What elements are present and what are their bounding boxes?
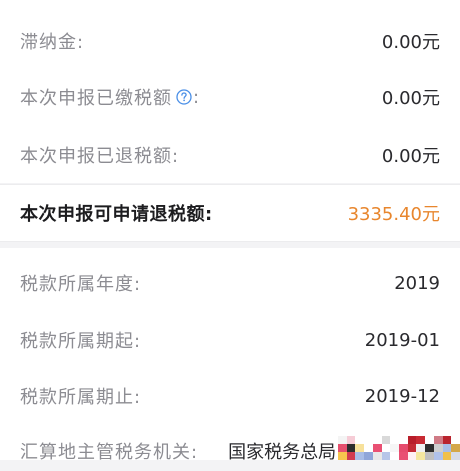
refunded-tax-value: 0.00元 [381,146,440,167]
late-fee-label: 滞纳金: [20,32,85,53]
late-fee-row: 滞纳金: 0.00元 [0,21,460,61]
refunded-tax-row: 本次申报已退税额: 0.00元 [0,135,460,175]
refunded-tax-label: 本次申报已退税额: [20,146,180,167]
period-end-label: 税款所属期止: [20,387,142,408]
tax-year-row: 税款所属年度: 2019 [0,263,460,303]
period-end-value: 2019-12 [364,385,440,407]
paid-tax-value: 0.00元 [381,88,440,109]
late-fee-value: 0.00元 [381,32,440,53]
pixelated-overlay [338,436,460,460]
tax-year-label: 税款所属年度: [20,274,142,295]
tax-summary-card: 滞纳金: 0.00元 本次申报已缴税额 : 0.00元 本次申报已退税额: 0.… [0,0,460,183]
period-start-row: 税款所属期起: 2019-01 [0,320,460,360]
question-circle-icon[interactable] [176,89,192,105]
refund-amount-label: 本次申报可申请退税额: [20,204,213,225]
tax-year-value: 2019 [394,272,440,294]
period-start-value: 2019-01 [364,329,440,351]
tax-authority-value: 国家税务总局 [228,442,337,463]
paid-tax-row: 本次申报已缴税额 : 0.00元 [0,77,460,117]
paid-tax-label-colon: : [193,86,201,108]
period-end-row: 税款所属期止: 2019-12 [0,376,460,416]
paid-tax-label-group: 本次申报已缴税额 : [20,84,200,110]
refund-highlight-card: 本次申报可申请退税额: 3335.40元 [0,184,460,242]
tax-period-card: 税款所属年度: 2019 税款所属期起: 2019-01 税款所属期止: 201… [0,248,460,463]
refund-amount-row: 本次申报可申请退税额: 3335.40元 [0,193,460,233]
tax-authority-label: 汇算地主管税务机关: [20,442,199,463]
period-start-label: 税款所属期起: [20,331,142,352]
refund-amount-value: 3335.40元 [347,204,440,225]
paid-tax-label: 本次申报已缴税额 [20,88,172,109]
